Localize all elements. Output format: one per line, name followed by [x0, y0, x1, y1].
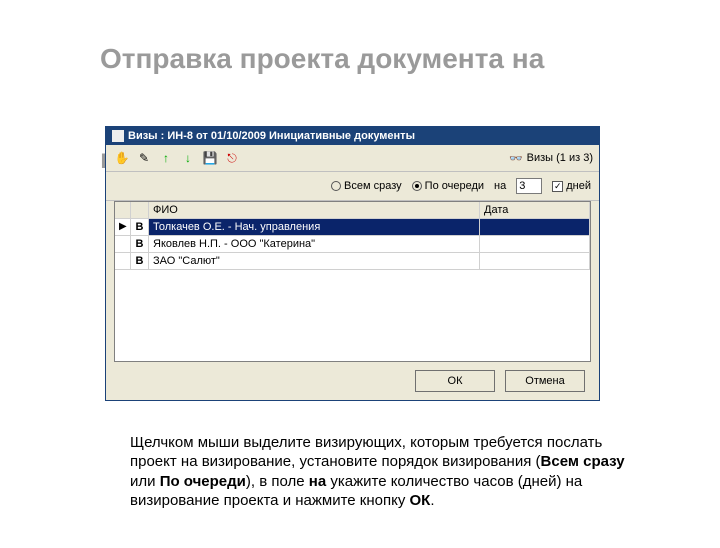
- row-date: [480, 219, 590, 235]
- row-marker-icon: [115, 236, 131, 252]
- outro-b3: на: [309, 473, 326, 490]
- radio-seq-label: По очереди: [425, 180, 484, 192]
- window-title: Визы : ИН-8 от 01/10/2009 Инициативные д…: [128, 130, 415, 142]
- row-marker-icon: ▶: [115, 219, 131, 235]
- ok-button[interactable]: ОК: [415, 370, 495, 392]
- save-icon[interactable]: 💾: [200, 148, 220, 168]
- visas-window: Визы : ИН-8 от 01/10/2009 Инициативные д…: [105, 126, 600, 401]
- outro-b2: По очереди: [160, 473, 246, 490]
- days-label: дней: [566, 180, 591, 192]
- col-date: Дата: [480, 202, 590, 218]
- row-b: В: [131, 236, 149, 252]
- table-header: ФИО Дата: [115, 202, 590, 219]
- edit-icon[interactable]: ✎: [134, 148, 154, 168]
- radio-all-label: Всем сразу: [344, 180, 402, 192]
- app-icon: [112, 130, 124, 142]
- visas-counter-label: Визы (1 из 3): [527, 152, 593, 164]
- outro-t2: или: [130, 473, 160, 490]
- checkbox-icon: [552, 181, 563, 192]
- days-input[interactable]: [516, 178, 542, 194]
- visers-table: ФИО Дата ▶ В Толкачев О.Е. - Нач. управл…: [114, 201, 591, 362]
- table-body: ▶ В Толкачев О.Е. - Нач. управления В Як…: [115, 219, 590, 361]
- arrow-up-icon[interactable]: ↑: [156, 148, 176, 168]
- outro-b4: ОК: [410, 492, 431, 509]
- table-row[interactable]: ▶ В Толкачев О.Е. - Нач. управления: [115, 219, 590, 236]
- outro-t1: Щелчком мыши выделите визирующих, которы…: [130, 434, 602, 471]
- cancel-button[interactable]: Отмена: [505, 370, 585, 392]
- add-icon[interactable]: ✋: [112, 148, 132, 168]
- row-fio: ЗАО "Салют": [149, 253, 480, 269]
- row-b: В: [131, 219, 149, 235]
- toolbar: ✋ ✎ ↑ ↓ 💾 ⎋ 👓 Визы (1 из 3): [106, 145, 599, 172]
- row-marker-icon: [115, 253, 131, 269]
- glasses-icon: 👓: [509, 152, 523, 165]
- arrow-down-icon[interactable]: ↓: [178, 148, 198, 168]
- radio-in-turn[interactable]: По очереди: [412, 180, 484, 192]
- radio-icon: [331, 181, 341, 191]
- row-fio: Толкачев О.Е. - Нач. управления: [149, 219, 480, 235]
- row-date: [480, 236, 590, 252]
- radio-icon: [412, 181, 422, 191]
- exit-icon[interactable]: ⎋: [222, 148, 242, 168]
- outro-text: Щелчком мыши выделите визирующих, которы…: [130, 413, 628, 511]
- radio-all-at-once[interactable]: Всем сразу: [331, 180, 402, 192]
- window-titlebar: Визы : ИН-8 от 01/10/2009 Инициативные д…: [106, 127, 599, 145]
- col-marker: [115, 202, 131, 218]
- options-row: Всем сразу По очереди на дней: [106, 172, 599, 201]
- label-na: на: [494, 180, 506, 192]
- visas-counter: 👓 Визы (1 из 3): [509, 152, 593, 165]
- col-fio: ФИО: [149, 202, 480, 218]
- row-b: В: [131, 253, 149, 269]
- row-date: [480, 253, 590, 269]
- outro-b1: Всем сразу: [541, 453, 625, 470]
- outro-t3: ), в поле: [246, 473, 309, 490]
- table-row[interactable]: В ЗАО "Салют": [115, 253, 590, 270]
- col-b: [131, 202, 149, 218]
- row-fio: Яковлев Н.П. - ООО "Катерина": [149, 236, 480, 252]
- button-row: ОК Отмена: [106, 362, 599, 400]
- outro-t5: .: [430, 492, 434, 509]
- title-line-1: Отправка проекта документа на: [100, 43, 544, 74]
- table-row[interactable]: В Яковлев Н.П. - ООО "Катерина": [115, 236, 590, 253]
- days-checkbox[interactable]: дней: [552, 180, 591, 192]
